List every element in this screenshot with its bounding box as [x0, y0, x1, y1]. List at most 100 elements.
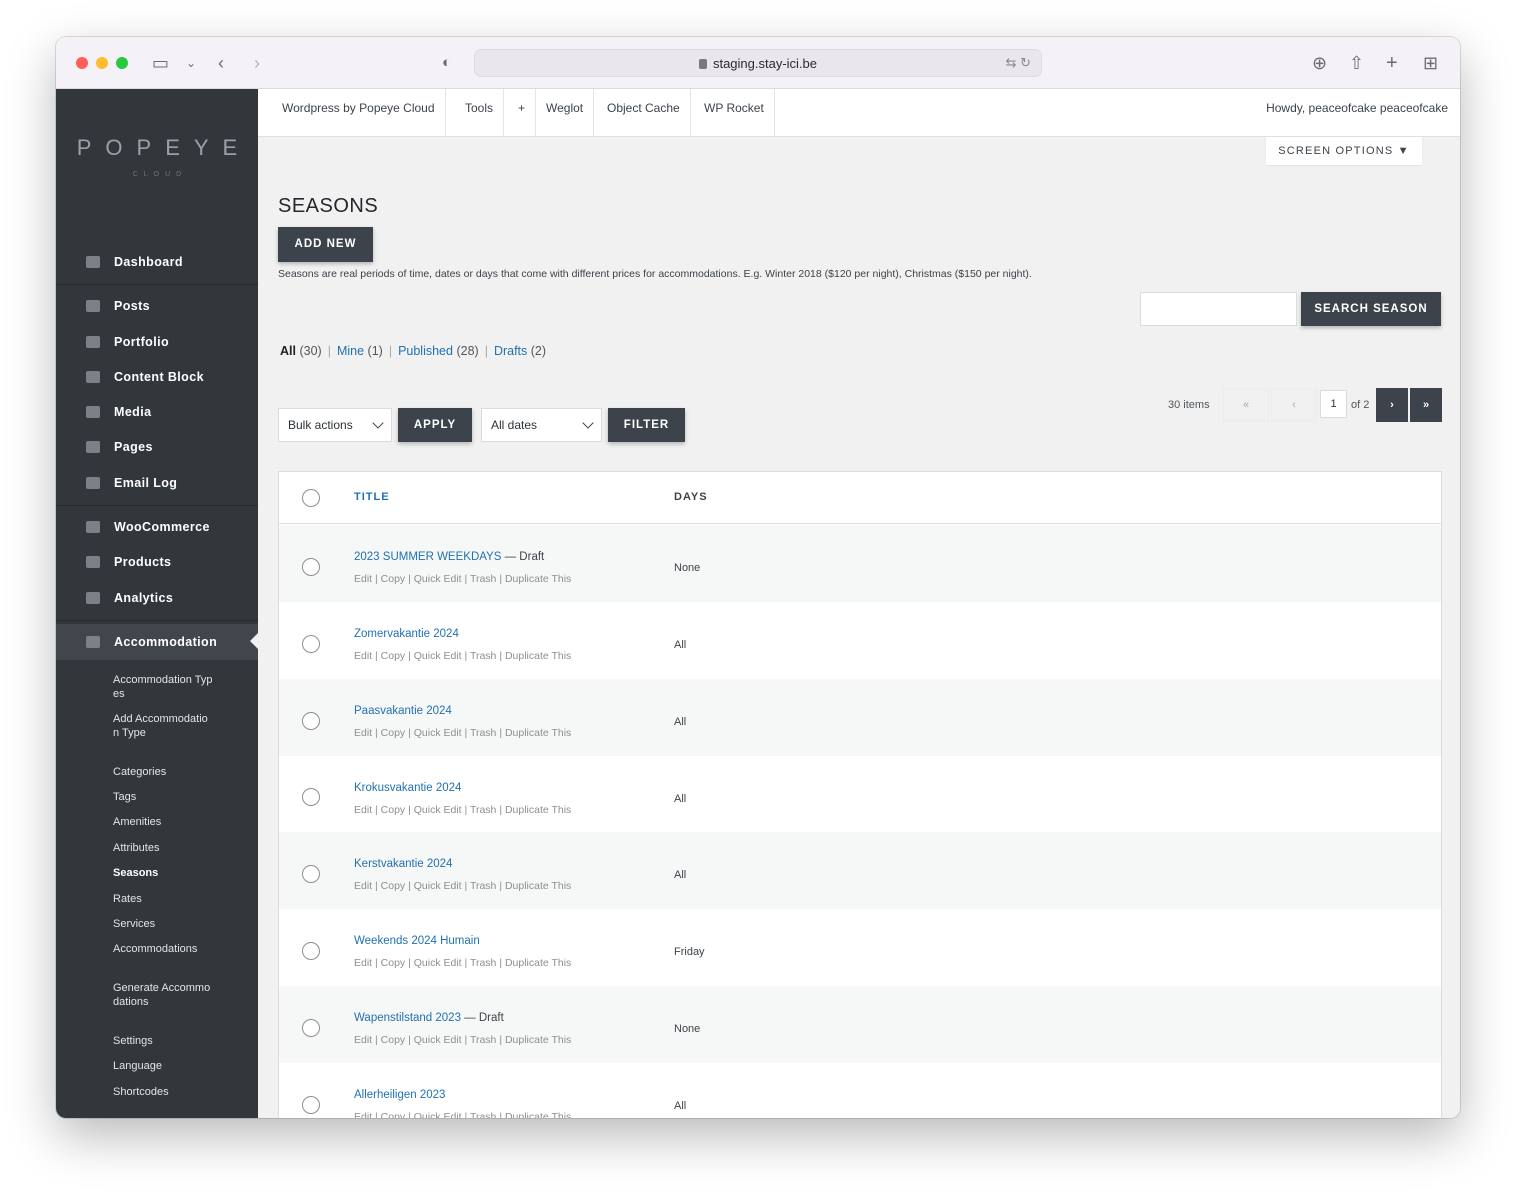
filter-drafts[interactable]: Drafts — [494, 344, 527, 358]
submenu-language[interactable]: Language — [113, 1059, 213, 1073]
row-checkbox[interactable] — [302, 635, 320, 653]
filter-all[interactable]: All — [280, 344, 296, 358]
tab-overview-icon[interactable]: ⊞ — [1423, 52, 1438, 74]
status-filter-links: All (30) | Mine (1) | Published (28) | Drafts … — [280, 344, 547, 358]
share-icon[interactable]: ⇧ — [1349, 52, 1364, 74]
row-title-link[interactable]: Zomervakantie 2024 — [354, 628, 459, 640]
reload-icon[interactable]: ↻ — [1020, 55, 1031, 70]
zoom-window-button[interactable] — [116, 57, 128, 69]
lock-icon — [698, 59, 707, 69]
submenu-rates[interactable]: Rates — [113, 892, 213, 906]
submenu-attributes[interactable]: Attributes — [113, 841, 213, 855]
row-title-link[interactable]: Allerheiligen 2023 — [354, 1089, 445, 1101]
first-page-button[interactable]: « — [1223, 388, 1269, 422]
row-checkbox[interactable] — [302, 1019, 320, 1037]
row-title-link[interactable]: Weekends 2024 Humain — [354, 935, 480, 947]
column-title-header[interactable]: TITLE — [354, 491, 390, 503]
new-tab-icon[interactable]: + — [1386, 52, 1398, 74]
row-actions[interactable]: Edit | Copy | Quick Edit | Trash | Dupli… — [354, 1034, 571, 1046]
select-all-checkbox[interactable] — [302, 489, 320, 507]
last-page-button[interactable]: » — [1410, 388, 1442, 422]
submenu-settings[interactable]: Settings — [113, 1034, 213, 1048]
close-window-button[interactable] — [76, 57, 88, 69]
submenu-add-accommodation-type[interactable]: Add Accommodation Type — [113, 712, 213, 740]
sidebar-item-portfolio[interactable]: Portfolio — [56, 327, 258, 357]
row-checkbox[interactable] — [302, 788, 320, 806]
submenu-generate-accommodations[interactable]: Generate Accommodations — [113, 981, 213, 1009]
bulk-actions-select[interactable]: Bulk actions — [278, 408, 392, 442]
row-actions[interactable]: Edit | Copy | Quick Edit | Trash | Dupli… — [354, 727, 571, 739]
prev-page-button[interactable]: ‹ — [1271, 388, 1317, 422]
sidebar-item-analytics[interactable]: Analytics — [56, 583, 258, 613]
row-actions[interactable]: Edit | Copy | Quick Edit | Trash | Dupli… — [354, 573, 571, 585]
row-title-link[interactable]: Krokusvakantie 2024 — [354, 782, 461, 794]
minimize-window-button[interactable] — [96, 57, 108, 69]
adminbar-popeye-cloud[interactable]: Wordpress by Popeye Cloud — [272, 89, 446, 136]
adminbar-object-cache[interactable]: Object Cache — [597, 89, 691, 136]
submenu-amenities[interactable]: Amenities — [113, 815, 213, 829]
row-title-link[interactable]: Wapenstilstand 2023 — [354, 1012, 461, 1024]
row-checkbox[interactable] — [302, 1096, 320, 1114]
row-title-link[interactable]: 2023 SUMMER WEEKDAYS — [354, 551, 501, 563]
adminbar-new[interactable]: + — [508, 89, 537, 136]
submenu-accommodation-types[interactable]: Accommodation Types — [113, 673, 213, 701]
row-checkbox[interactable] — [302, 712, 320, 730]
row-actions[interactable]: Edit | Copy | Quick Edit | Trash | Dupli… — [354, 1111, 571, 1118]
row-checkbox[interactable] — [302, 558, 320, 576]
submenu-services[interactable]: Services — [113, 917, 213, 931]
filter-button[interactable]: FILTER — [608, 408, 685, 442]
filter-mine[interactable]: Mine — [337, 344, 364, 358]
submenu-accommodations[interactable]: Accommodations — [113, 942, 213, 956]
dates-select[interactable]: All dates — [481, 408, 602, 442]
row-actions[interactable]: Edit | Copy | Quick Edit | Trash | Dupli… — [354, 650, 571, 662]
forward-icon[interactable]: › — [254, 52, 260, 74]
search-season-button[interactable]: SEARCH SEASON — [1301, 292, 1441, 326]
submenu-shortcodes[interactable]: Shortcodes — [113, 1085, 213, 1099]
sidebar-item-email-log[interactable]: Email Log — [56, 468, 258, 498]
sidebar-item-media[interactable]: Media — [56, 397, 258, 427]
chevron-down-icon[interactable]: ⌄ — [186, 52, 196, 74]
next-page-button[interactable]: › — [1376, 388, 1408, 422]
shield-icon[interactable]: ◐ — [442, 52, 451, 74]
sidebar-item-dashboard[interactable]: Dashboard — [56, 247, 258, 277]
download-icon[interactable]: ⊕ — [1312, 52, 1327, 74]
sidebar-item-accommodation[interactable]: Accommodation — [56, 624, 258, 660]
screen-options-button[interactable]: SCREEN OPTIONS ▼ — [1266, 137, 1422, 165]
row-actions[interactable]: Edit | Copy | Quick Edit | Trash | Dupli… — [354, 957, 571, 969]
adminbar-user-greeting[interactable]: Howdy, peaceofcake peaceofcake — [1266, 89, 1448, 127]
adminbar-weglot[interactable]: Weglot — [536, 89, 595, 136]
page-title: SEASONS — [278, 195, 379, 217]
sidebar-item-label: Posts — [114, 299, 151, 313]
row-checkbox[interactable] — [302, 865, 320, 883]
column-days-header: DAYS — [674, 491, 708, 503]
sidebar-toggle-icon[interactable]: ▭ — [152, 52, 169, 74]
adminbar-tools[interactable]: Tools — [455, 89, 505, 136]
row-title-link[interactable]: Kerstvakantie 2024 — [354, 858, 452, 870]
row-actions[interactable]: Edit | Copy | Quick Edit | Trash | Dupli… — [354, 804, 571, 816]
submenu-seasons[interactable]: Seasons — [113, 866, 213, 880]
current-page-input[interactable]: 1 — [1320, 390, 1347, 418]
translate-icon[interactable]: ⇆ — [1006, 55, 1017, 70]
sidebar-item-content-block[interactable]: Content Block — [56, 362, 258, 392]
row-actions[interactable]: Edit | Copy | Quick Edit | Trash | Dupli… — [354, 880, 571, 892]
adminbar-wp-rocket[interactable]: WP Rocket — [694, 89, 775, 136]
row-checkbox[interactable] — [302, 942, 320, 960]
sidebar-item-products[interactable]: Products — [56, 547, 258, 577]
filter-published[interactable]: Published — [398, 344, 453, 358]
sidebar-item-woocommerce[interactable]: WooCommerce — [56, 512, 258, 542]
row-title-link[interactable]: Paasvakantie 2024 — [354, 705, 452, 717]
table-row: Krokusvakantie 2024 Edit | Copy | Quick … — [279, 756, 1441, 833]
submenu-tags[interactable]: Tags — [113, 790, 213, 804]
add-new-button[interactable]: ADD NEW — [278, 227, 373, 262]
back-icon[interactable]: ‹ — [218, 52, 224, 74]
bar-chart-icon — [86, 592, 100, 604]
apply-button[interactable]: APPLY — [398, 408, 472, 442]
admin-top-bar: Wordpress by Popeye Cloud Tools + Weglot… — [258, 89, 1460, 137]
address-bar[interactable]: staging.stay-ici.be ⇆ ↻ — [474, 49, 1042, 77]
sidebar-item-label: Content Block — [114, 370, 204, 384]
search-input[interactable] — [1140, 292, 1297, 326]
submenu-categories[interactable]: Categories — [113, 765, 213, 779]
sidebar-item-posts[interactable]: Posts — [56, 291, 258, 321]
sidebar-item-pages[interactable]: Pages — [56, 432, 258, 462]
row-days: All — [674, 1100, 687, 1112]
